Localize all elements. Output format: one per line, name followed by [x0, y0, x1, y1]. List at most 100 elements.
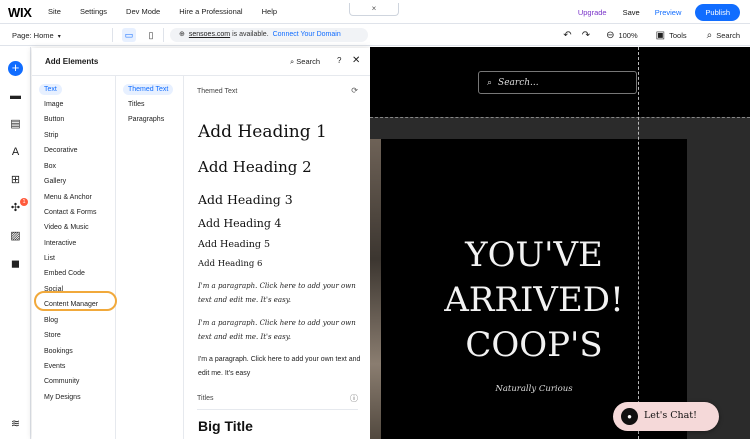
wix-logo[interactable]: WIX — [8, 5, 32, 20]
paragraph-1-preset[interactable]: I'm a paragraph. Click here to add your … — [198, 279, 363, 307]
panel-header: Add Elements ⌕ Search ? ✕ — [32, 48, 370, 76]
add-elements-panel: Add Elements ⌕ Search ? ✕ Text Image But… — [32, 48, 370, 439]
category-menu-anchor[interactable]: Menu & Anchor — [44, 194, 92, 201]
category-store[interactable]: Store — [44, 332, 61, 339]
media-icon[interactable]: ▨ — [8, 229, 23, 244]
save-button[interactable]: Save — [623, 8, 640, 17]
close-domain-chip-icon[interactable]: × — [349, 3, 399, 16]
menu-hire-professional[interactable]: Hire a Professional — [179, 7, 242, 16]
element-previews: Themed Text ⟳ Add Heading 1 Add Heading … — [184, 76, 370, 439]
publish-button[interactable]: Publish — [695, 3, 740, 21]
search-icon: ⌕ — [487, 77, 493, 87]
site-search-box[interactable]: ⌕ Search... — [478, 71, 637, 94]
menu-settings[interactable]: Settings — [80, 7, 107, 16]
divider — [163, 28, 164, 42]
search-icon: ⌕ — [290, 57, 295, 66]
page-selector[interactable]: Page: Home ▾ — [12, 31, 61, 40]
zoom-icon[interactable]: ⊖ — [606, 30, 614, 41]
chat-button[interactable]: ● Let's Chat! — [613, 402, 719, 431]
category-image[interactable]: Image — [44, 101, 63, 108]
category-embed-code[interactable]: Embed Code — [44, 270, 85, 277]
heading-2-preset[interactable]: Add Heading 2 — [198, 158, 312, 176]
page-selector-label: Page: Home — [12, 31, 54, 40]
menu-dev-mode[interactable]: Dev Mode — [126, 7, 160, 16]
divider — [112, 28, 113, 42]
preview-button[interactable]: Preview — [655, 8, 682, 17]
search-button[interactable]: Search — [716, 31, 740, 40]
panel-search-button[interactable]: ⌕ Search — [290, 57, 320, 67]
category-events[interactable]: Events — [44, 363, 65, 370]
big-title-preset[interactable]: Big Title — [198, 418, 253, 434]
hero-heading-line-1[interactable]: YOU'VE — [381, 235, 687, 275]
top-bar-actions: Upgrade Save Preview Publish — [578, 0, 750, 24]
hero-section[interactable]: YOU'VE ARRIVED! COOP'S Naturally Curious — [381, 139, 687, 439]
paragraph-2-preset[interactable]: I'm a paragraph. Click here to add your … — [198, 316, 363, 344]
apps-icon[interactable]: ⊞ — [8, 173, 23, 188]
background-photo-strip — [370, 139, 381, 439]
tools-icon[interactable]: ▣ — [656, 30, 665, 41]
chevron-down-icon: ▾ — [57, 34, 61, 40]
layers-icon[interactable]: ≋ — [8, 417, 23, 432]
sections-icon[interactable]: ▬ — [8, 89, 23, 104]
subcategory-themed-text[interactable]: Themed Text — [123, 84, 174, 95]
notification-badge: 1 — [20, 198, 28, 206]
site-header: ⌕ Search... — [370, 47, 750, 117]
mobile-view-icon[interactable]: ▯ — [144, 28, 158, 42]
close-icon[interactable]: ✕ — [352, 55, 360, 66]
category-content-manager[interactable]: Content Manager — [44, 301, 98, 308]
category-video-music[interactable]: Video & Music — [44, 224, 89, 231]
chat-bubble-icon: ● — [621, 408, 638, 425]
search-icon[interactable]: ⌕ — [707, 30, 713, 41]
category-list: Text Image Button Strip Decorative Box G… — [32, 76, 117, 439]
undo-icon[interactable]: ↶ — [563, 30, 571, 41]
upgrade-button[interactable]: Upgrade — [578, 8, 607, 17]
panel-search-label: Search — [296, 57, 321, 66]
hero-heading-line-2[interactable]: ARRIVED! — [381, 280, 687, 320]
heading-5-preset[interactable]: Add Heading 5 — [198, 239, 270, 250]
zoom-level[interactable]: 100% — [618, 31, 637, 40]
tools-button[interactable]: Tools — [669, 31, 687, 40]
category-strip[interactable]: Strip — [44, 132, 58, 139]
url-bar[interactable]: ⊕ sensoes.com is available. Connect Your … — [170, 28, 368, 42]
category-community[interactable]: Community — [44, 378, 79, 385]
business-icon[interactable]: ◼ — [8, 257, 23, 272]
redo-icon[interactable]: ↷ — [582, 30, 590, 41]
category-my-designs[interactable]: My Designs — [44, 394, 81, 401]
help-icon[interactable]: ? — [337, 56, 341, 65]
section-title-themed-text: Themed Text — [197, 88, 238, 95]
top-menu: Site Settings Dev Mode Hire a Profession… — [48, 7, 296, 16]
paragraph-3-preset[interactable]: I'm a paragraph. Click here to add your … — [198, 353, 363, 381]
add-icon[interactable]: + — [8, 61, 23, 76]
category-blog[interactable]: Blog — [44, 317, 58, 324]
theme-icon[interactable]: A — [8, 145, 23, 160]
hero-tagline[interactable]: Naturally Curious — [381, 384, 687, 394]
category-button[interactable]: Button — [44, 116, 64, 123]
heading-1-preset[interactable]: Add Heading 1 — [198, 122, 327, 142]
category-bookings[interactable]: Bookings — [44, 348, 73, 355]
chat-button-label: Let's Chat! — [644, 410, 697, 421]
subcategory-titles[interactable]: Titles — [128, 101, 144, 108]
category-contact-forms[interactable]: Contact & Forms — [44, 209, 97, 216]
desktop-view-icon[interactable]: ▭ — [122, 28, 136, 42]
site-search-placeholder: Search... — [498, 78, 539, 88]
menu-site[interactable]: Site — [48, 7, 61, 16]
category-interactive[interactable]: Interactive — [44, 240, 76, 247]
menu-help[interactable]: Help — [262, 7, 277, 16]
pages-icon[interactable]: ▤ — [8, 117, 23, 132]
info-icon[interactable]: ⓘ — [350, 393, 358, 404]
subcategory-paragraphs[interactable]: Paragraphs — [128, 116, 164, 123]
heading-3-preset[interactable]: Add Heading 3 — [198, 192, 293, 207]
category-list[interactable]: List — [44, 255, 55, 262]
category-decorative[interactable]: Decorative — [44, 147, 77, 154]
category-text[interactable]: Text — [39, 84, 62, 95]
connect-domain-link[interactable]: Connect Your Domain — [273, 31, 341, 38]
theme-settings-icon[interactable]: ⟳ — [351, 86, 358, 95]
category-social[interactable]: Social — [44, 286, 63, 293]
panel-title: Add Elements — [45, 57, 99, 66]
section-divider — [197, 409, 358, 410]
category-box[interactable]: Box — [44, 163, 56, 170]
heading-6-preset[interactable]: Add Heading 6 — [198, 259, 262, 269]
category-gallery[interactable]: Gallery — [44, 178, 66, 185]
hero-heading-line-3[interactable]: COOP'S — [381, 325, 687, 365]
heading-4-preset[interactable]: Add Heading 4 — [198, 217, 281, 230]
